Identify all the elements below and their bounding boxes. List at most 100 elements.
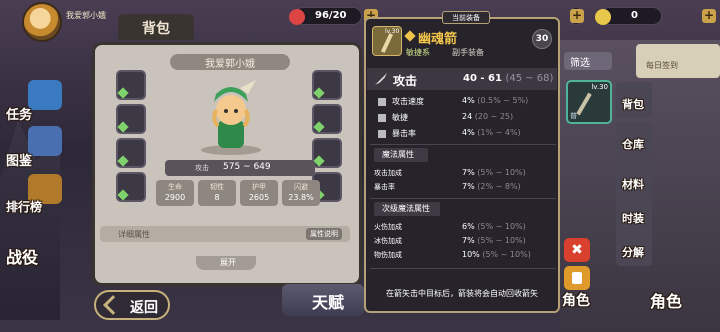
filter-button[interactable]: 筛选 [564,52,612,70]
divider [370,198,556,199]
player-name: 我爱郭小娥 [66,11,106,20]
equipment-class-tag: 敏捷系 [406,48,430,57]
equip-slot-belt[interactable] [116,138,146,168]
divider [370,144,556,145]
moon-icon [595,9,611,25]
side-item-tasks[interactable]: 任务 [2,80,68,124]
side-item-campaign[interactable]: 战役 [2,220,68,267]
stat-label: 生命 [168,183,182,191]
checkin-label: 每日签到 [646,61,678,70]
equipment-name: 幽魂箭 [418,32,458,47]
item-level: lv.30 [591,83,608,91]
heart-icon [289,9,305,25]
secondary-row-value: 10% (5% ~ 10%) [462,250,531,259]
equip-slot-ring[interactable] [312,138,342,168]
magic-section-title: 魔法属性 [382,150,414,159]
top-bar: 我爱郭小娥 96/20 + 0 + + [0,0,720,42]
role-button-label[interactable]: 角色 [650,288,682,312]
tab-fashion[interactable]: 时装 [616,196,652,232]
player-avatar[interactable] [22,2,62,42]
moon-plus-button[interactable]: + [702,9,716,23]
magic-row: 攻击加成 7% (5% ~ 10%) [374,168,544,180]
tooltip-header-label: 当前装备 [452,14,480,22]
secondary-row: 物伤加成 10% (5% ~ 10%) [374,250,544,262]
bag-tab: 背包 [118,14,194,40]
main-attack-value: 40 - 61 (45 ~ 68) [463,73,554,84]
attribute-help-button[interactable]: 属性说明 [306,228,342,240]
tooltip-header: 当前装备 [442,11,490,24]
back-arrow-icon [103,295,123,315]
talent-button[interactable]: 天赋 [282,284,364,316]
equipment-level-value: 30 [535,34,549,44]
side-item-label: 排行榜 [6,200,43,214]
secondary-row-value: 7% (5% ~ 10%) [462,236,526,245]
stat-row-value: 24 (20 ~ 25) [462,112,514,121]
stat-label: 韧性 [210,183,224,191]
equip-slot-boots[interactable] [116,172,146,202]
equipment-icon: lv.30 [372,26,402,56]
discard-button[interactable]: ✖ [564,238,590,262]
coin-plus-button[interactable]: + [570,9,584,23]
equip-slot-offhand[interactable] [312,104,342,134]
side-item-label: 战役 [6,248,39,267]
bag-tab-label: 背包 [142,21,170,37]
stat-value: 2900 [164,193,186,202]
magic-row-value: 7% (5% ~ 10%) [462,168,526,177]
side-item-ranking[interactable]: 排行榜 [2,174,68,218]
equip-slot-weapon[interactable] [312,70,342,100]
lock-button[interactable] [564,266,590,290]
back-label: 返回 [130,300,158,316]
attack-summary: 攻击 575 ~ 649 [165,160,315,176]
agility-icon [378,114,386,122]
tab-label: 时装 [622,212,644,225]
secondary-row-label: 物伤加成 [374,251,402,259]
daily-checkin-button[interactable]: 每日签到 [636,44,720,78]
stat-armor: 护甲 2605 [240,180,278,206]
back-button[interactable]: 返回 [94,290,170,320]
arrow-item-icon [576,92,592,116]
stat-value: 23.8% [288,193,314,202]
detail-attributes-row[interactable]: 详细属性 属性说明 [100,226,350,242]
stat-label: 护甲 [252,183,266,191]
tab-bag[interactable]: 背包 [616,82,652,118]
character-name: 我爱郭小娥 [170,54,290,70]
lock-icon [572,272,582,284]
speed-icon [378,98,386,106]
secondary-row-value: 6% (5% ~ 10%) [462,222,526,231]
divider [370,268,556,269]
arrow-icon [380,33,394,53]
book-icon [28,126,62,156]
stat-row-label: 敏捷 [392,113,408,122]
tab-decompose[interactable]: 分解 [616,230,652,266]
inventory-item-card[interactable]: lv.30 普 [566,80,612,124]
role-tab-label[interactable]: 角色 [562,290,590,310]
magic-row-label: 攻击加成 [374,169,402,177]
stat-row-value: 4% (1% ~ 4%) [462,128,521,137]
energy-counter: 96/20 [289,7,362,25]
expand-button[interactable]: 展开 [196,256,256,270]
tab-materials[interactable]: 材料 [616,162,652,198]
attack-label: 攻击 [195,164,209,172]
magic-row: 暴击率 7% (2% ~ 8%) [374,182,544,194]
equip-slot-helmet[interactable] [116,70,146,100]
moon-value: 0 [631,10,638,21]
equip-slot-armor[interactable] [116,104,146,134]
stat-row: 攻击速度 4% (0.5% ~ 5%) [376,96,546,109]
equipment-level-badge: 30 [532,29,552,49]
stat-dodge: 闪避 23.8% [282,180,320,206]
stat-hp: 生命 2900 [156,180,194,206]
expand-label: 展开 [220,258,236,267]
stat-toughness: 韧性 8 [198,180,236,206]
main-attack-row: 攻击 40 - 61 (45 ~ 68) [367,68,557,90]
equipment-description: 在箭矢击中目标后，箭装将会自动回收箭矢 [386,289,538,298]
stat-row: 暴击率 4% (1% ~ 4%) [376,128,546,141]
tab-warehouse[interactable]: 仓库 [616,122,652,158]
secondary-row-label: 冰伤加成 [374,237,402,245]
side-item-codex[interactable]: 图鉴 [2,126,68,170]
tab-label: 仓库 [622,138,644,151]
filter-label: 筛选 [570,58,590,69]
stat-label: 闪避 [294,183,308,191]
crit-icon [378,130,386,138]
secondary-row: 火伤加成 6% (5% ~ 10%) [374,222,544,234]
moon-counter: 0 [595,7,662,25]
